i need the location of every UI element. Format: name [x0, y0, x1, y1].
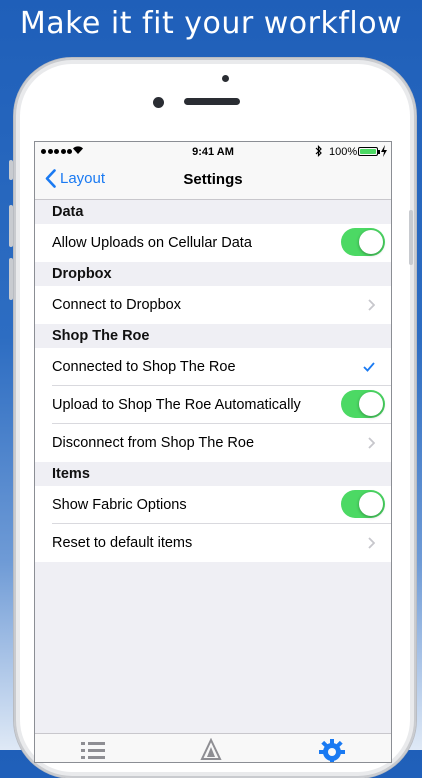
tab-bar — [35, 733, 391, 762]
toggle-knob — [359, 392, 383, 416]
row-reset-default-items[interactable]: Reset to default items — [35, 524, 391, 562]
section-header-items: Items — [35, 462, 391, 486]
row-disconnect-shop-the-roe[interactable]: Disconnect from Shop The Roe — [35, 424, 391, 462]
list-icon[interactable] — [81, 738, 105, 760]
phone-screen: 9:41 AM 100% Layout Settings Data Allow … — [34, 141, 392, 763]
section-header-shop-the-roe: Shop The Roe — [35, 324, 391, 348]
row-label: Reset to default items — [52, 535, 193, 551]
row-label: Connect to Dropbox — [52, 297, 181, 313]
checkmark-icon — [363, 362, 375, 372]
allow-uploads-cellular-toggle[interactable] — [341, 228, 385, 256]
layout-triangle-icon[interactable] — [200, 738, 222, 760]
chevron-right-icon — [368, 299, 375, 311]
bluetooth-icon — [315, 145, 322, 157]
proximity-sensor — [222, 75, 229, 82]
gear-icon[interactable] — [318, 738, 346, 762]
earpiece-speaker — [184, 98, 240, 105]
battery-icon — [358, 147, 378, 156]
toggle-knob — [359, 230, 383, 254]
volume-up-button — [9, 205, 13, 247]
row-connect-dropbox[interactable]: Connect to Dropbox — [35, 286, 391, 324]
volume-down-button — [9, 258, 13, 300]
toggle-knob — [359, 492, 383, 516]
status-bar: 9:41 AM 100% — [35, 142, 391, 162]
charging-icon — [381, 145, 387, 157]
upload-shop-the-roe-auto-toggle[interactable] — [341, 390, 385, 418]
section-header-dropbox: Dropbox — [35, 262, 391, 286]
chevron-right-icon — [368, 537, 375, 549]
mute-switch — [9, 160, 13, 180]
row-label: Connected to Shop The Roe — [52, 359, 236, 375]
row-connected-shop-the-roe[interactable]: Connected to Shop The Roe — [35, 348, 391, 386]
row-label: Disconnect from Shop The Roe — [52, 435, 255, 451]
headline: Make it fit your workflow — [19, 6, 403, 41]
row-allow-uploads-cellular[interactable]: Allow Uploads on Cellular Data — [35, 224, 391, 262]
power-button — [409, 210, 413, 265]
row-show-fabric-options[interactable]: Show Fabric Options — [35, 486, 391, 524]
battery-percent: 100% — [329, 146, 358, 158]
battery-tip — [378, 150, 380, 154]
show-fabric-options-toggle[interactable] — [341, 490, 385, 518]
chevron-right-icon — [368, 437, 375, 449]
row-upload-shop-the-roe-auto[interactable]: Upload to Shop The Roe Automatically — [35, 386, 391, 424]
section-header-data: Data — [35, 200, 391, 224]
nav-title: Settings — [183, 171, 243, 188]
navigation-bar: Layout Settings — [35, 162, 391, 200]
settings-list: Data Allow Uploads on Cellular Data Drop… — [35, 200, 391, 762]
front-camera — [153, 97, 164, 108]
